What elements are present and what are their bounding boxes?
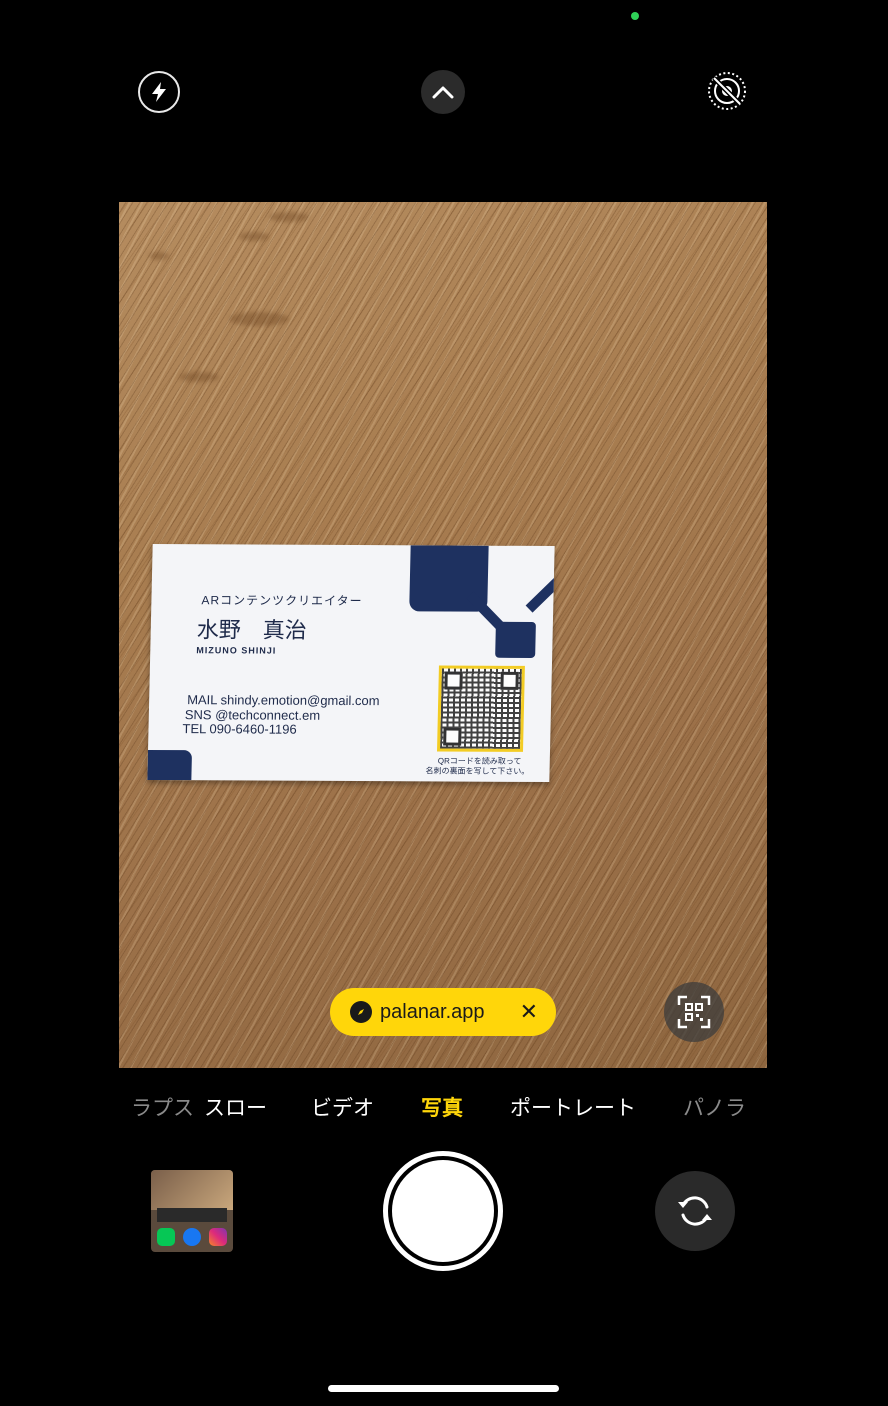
bolt-icon — [152, 82, 166, 102]
chevron-up-icon — [432, 86, 454, 99]
line-app-icon — [157, 1228, 175, 1246]
qr-url-text: palanar.app — [380, 1000, 485, 1023]
wood-mark — [149, 252, 169, 260]
mode-slow[interactable]: スロー — [204, 1092, 267, 1122]
shutter-button[interactable] — [383, 1151, 503, 1271]
mode-portrait[interactable]: ポートレート — [510, 1092, 636, 1122]
card-decoration — [525, 577, 555, 613]
wood-mark — [179, 372, 219, 382]
card-tel: TEL 090-6460-1196 — [182, 721, 297, 737]
close-icon[interactable]: ✕ — [520, 999, 538, 1025]
card-mail: MAIL shindy.emotion@gmail.com — [186, 692, 380, 709]
flash-button[interactable] — [138, 71, 180, 113]
thumbnail-top — [151, 1170, 233, 1210]
card-qr-code — [436, 665, 525, 752]
compass-icon — [350, 1001, 372, 1023]
mode-panorama[interactable]: パノラマ — [683, 1092, 745, 1122]
qr-finder — [443, 727, 462, 746]
card-decoration — [147, 749, 193, 781]
business-card: ARコンテンツクリエイター 水野 真治 MIZUNO SHINJI MAIL s… — [147, 543, 555, 783]
qr-scan-button[interactable] — [664, 982, 724, 1042]
mode-photo[interactable]: 写真 — [421, 1092, 463, 1122]
live-photo-off-icon — [708, 72, 746, 110]
thumbnail-banner — [157, 1208, 227, 1222]
card-decoration — [495, 621, 536, 658]
facebook-app-icon — [183, 1228, 201, 1246]
qr-finder — [444, 671, 463, 690]
wood-mark — [229, 312, 289, 326]
home-indicator[interactable] — [328, 1385, 559, 1392]
camera-controls-toggle[interactable] — [421, 70, 465, 114]
camera-mode-selector[interactable]: ラプス スロー ビデオ 写真 ポートレート パノラマ — [0, 1092, 888, 1126]
shutter-inner — [392, 1160, 494, 1262]
camera-flip-icon — [678, 1196, 712, 1226]
card-qr-note-2: 名刺の裏面を写して下さい。 — [425, 766, 530, 776]
qr-url-suggestion[interactable]: palanar.app ✕ — [330, 988, 556, 1036]
wood-mark — [239, 232, 269, 241]
switch-camera-button[interactable] — [655, 1171, 735, 1251]
photo-library-thumbnail[interactable] — [151, 1170, 233, 1252]
live-photo-button[interactable] — [706, 70, 748, 112]
mode-video[interactable]: ビデオ — [311, 1092, 374, 1122]
card-role: ARコンテンツクリエイター — [201, 593, 363, 609]
card-name-jp: 水野 真治 — [196, 617, 308, 643]
mode-timelapse[interactable]: ラプス — [131, 1092, 194, 1122]
wood-mark — [269, 212, 309, 222]
camera-in-use-indicator — [631, 12, 639, 20]
instagram-app-icon — [209, 1228, 227, 1246]
card-name-en: MIZUNO SHINJI — [196, 645, 277, 656]
qr-scan-icon — [677, 995, 711, 1029]
qr-finder — [500, 671, 519, 690]
